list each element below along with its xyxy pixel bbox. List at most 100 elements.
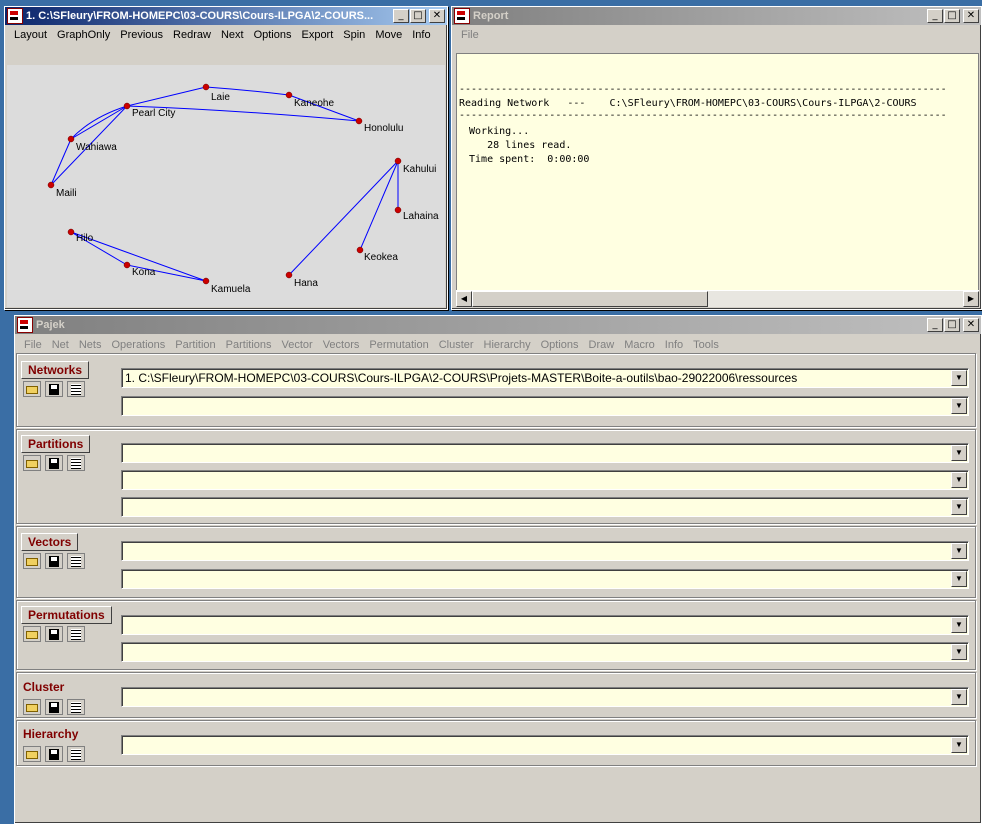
chevron-down-icon[interactable]: ▼ bbox=[951, 370, 967, 386]
menu-redraw[interactable]: Redraw bbox=[168, 27, 216, 43]
minimize-button[interactable]: _ bbox=[393, 9, 409, 23]
save-disk-icon[interactable] bbox=[45, 746, 63, 762]
save-disk-icon[interactable] bbox=[45, 455, 63, 471]
menu-previous[interactable]: Previous bbox=[115, 27, 168, 43]
minimize-button[interactable]: _ bbox=[927, 318, 943, 332]
graph-window: 1. C:\SFleury\FROM-HOMEPC\03-COURS\Cours… bbox=[4, 6, 448, 310]
scroll-thumb[interactable] bbox=[472, 291, 708, 307]
chevron-down-icon[interactable]: ▼ bbox=[951, 737, 967, 753]
cluster-label: Cluster bbox=[23, 680, 65, 694]
permutations-button[interactable]: Permutations bbox=[21, 606, 112, 624]
networks-combo-2[interactable]: ▼ bbox=[121, 396, 969, 416]
chevron-down-icon[interactable]: ▼ bbox=[951, 571, 967, 587]
open-folder-icon[interactable] bbox=[23, 455, 41, 471]
menu-macro[interactable]: Macro bbox=[619, 337, 660, 353]
edit-document-icon[interactable] bbox=[67, 746, 85, 762]
edit-document-icon[interactable] bbox=[67, 553, 85, 569]
menu-permutation[interactable]: Permutation bbox=[364, 337, 433, 353]
menu-tools[interactable]: Tools bbox=[688, 337, 724, 353]
menu-partition[interactable]: Partition bbox=[170, 337, 220, 353]
save-disk-icon[interactable] bbox=[45, 699, 63, 715]
menu-options[interactable]: Options bbox=[536, 337, 584, 353]
hierarchy-label: Hierarchy bbox=[23, 727, 79, 741]
permutations-combo-2[interactable]: ▼ bbox=[121, 642, 969, 662]
close-button[interactable]: ✕ bbox=[963, 318, 979, 332]
save-disk-icon[interactable] bbox=[45, 626, 63, 642]
vectors-combo-2[interactable]: ▼ bbox=[121, 569, 969, 589]
networks-combo-1[interactable]: 1. C:\SFleury\FROM-HOMEPC\03-COURS\Cours… bbox=[121, 368, 969, 388]
partitions-button[interactable]: Partitions bbox=[21, 435, 91, 453]
open-folder-icon[interactable] bbox=[23, 746, 41, 762]
cluster-combo[interactable]: ▼ bbox=[121, 687, 969, 707]
partitions-combo-2[interactable]: ▼ bbox=[121, 470, 969, 490]
graph-canvas[interactable]: Laie Kaneohe Pearl City Honolulu Wahiawa… bbox=[7, 65, 445, 307]
edit-document-icon[interactable] bbox=[67, 455, 85, 471]
menu-export[interactable]: Export bbox=[296, 27, 338, 43]
partitions-group: Partitions ▼ ▼ ▼ bbox=[16, 429, 976, 524]
edit-document-icon[interactable] bbox=[67, 699, 85, 715]
open-folder-icon[interactable] bbox=[23, 381, 41, 397]
open-folder-icon[interactable] bbox=[23, 626, 41, 642]
menu-operations[interactable]: Operations bbox=[106, 337, 170, 353]
menu-move[interactable]: Move bbox=[370, 27, 407, 43]
menu-draw[interactable]: Draw bbox=[584, 337, 620, 353]
edit-document-icon[interactable] bbox=[67, 381, 85, 397]
partitions-combo-1[interactable]: ▼ bbox=[121, 443, 969, 463]
menu-info[interactable]: Info bbox=[660, 337, 688, 353]
report-horizontal-scrollbar[interactable]: ◀ ▶ bbox=[456, 290, 979, 307]
minimize-button[interactable]: _ bbox=[927, 9, 943, 23]
menu-partitions[interactable]: Partitions bbox=[221, 337, 277, 353]
node-label-laie: Laie bbox=[211, 92, 230, 103]
save-disk-icon[interactable] bbox=[45, 381, 63, 397]
networks-toolbar bbox=[23, 381, 85, 397]
menu-vector[interactable]: Vector bbox=[277, 337, 318, 353]
chevron-down-icon[interactable]: ▼ bbox=[951, 689, 967, 705]
menu-layout[interactable]: Layout bbox=[9, 27, 52, 43]
networks-button[interactable]: Networks bbox=[21, 361, 90, 379]
chevron-down-icon[interactable]: ▼ bbox=[951, 644, 967, 660]
chevron-down-icon[interactable]: ▼ bbox=[951, 472, 967, 488]
hierarchy-combo[interactable]: ▼ bbox=[121, 735, 969, 755]
maximize-button[interactable]: □ bbox=[410, 9, 426, 23]
close-button[interactable]: ✕ bbox=[429, 9, 445, 23]
menu-info[interactable]: Info bbox=[407, 27, 435, 43]
hierarchy-group: Hierarchy ▼ bbox=[16, 720, 976, 766]
partitions-combo-3[interactable]: ▼ bbox=[121, 497, 969, 517]
menu-cluster[interactable]: Cluster bbox=[434, 337, 479, 353]
chevron-down-icon[interactable]: ▼ bbox=[951, 617, 967, 633]
menu-next[interactable]: Next bbox=[216, 27, 249, 43]
menu-net[interactable]: Net bbox=[47, 337, 74, 353]
chevron-down-icon[interactable]: ▼ bbox=[951, 398, 967, 414]
report-window-titlebar[interactable]: Report _ □ ✕ bbox=[452, 7, 981, 25]
menu-file[interactable]: File bbox=[456, 27, 484, 43]
pajek-titlebar[interactable]: Pajek _ □ ✕ bbox=[15, 316, 981, 334]
chevron-down-icon[interactable]: ▼ bbox=[951, 543, 967, 559]
menu-hierarchy[interactable]: Hierarchy bbox=[479, 337, 536, 353]
menu-spin[interactable]: Spin bbox=[338, 27, 370, 43]
close-button[interactable]: ✕ bbox=[963, 9, 979, 23]
graph-window-titlebar[interactable]: 1. C:\SFleury\FROM-HOMEPC\03-COURS\Cours… bbox=[5, 7, 447, 25]
node-label-pearl-city: Pearl City bbox=[132, 108, 176, 119]
menu-options[interactable]: Options bbox=[249, 27, 297, 43]
save-disk-icon[interactable] bbox=[45, 553, 63, 569]
scroll-left-icon[interactable]: ◀ bbox=[456, 291, 472, 307]
menu-nets[interactable]: Nets bbox=[74, 337, 107, 353]
vectors-button[interactable]: Vectors bbox=[21, 533, 79, 551]
maximize-button[interactable]: □ bbox=[944, 9, 960, 23]
cluster-toolbar bbox=[23, 699, 85, 715]
open-folder-icon[interactable] bbox=[23, 699, 41, 715]
chevron-down-icon[interactable]: ▼ bbox=[951, 445, 967, 461]
maximize-button[interactable]: □ bbox=[944, 318, 960, 332]
open-folder-icon[interactable] bbox=[23, 553, 41, 569]
node-label-kamuela: Kamuela bbox=[211, 284, 251, 295]
report-separator: ----------------------------------------… bbox=[459, 84, 947, 95]
vectors-combo-1[interactable]: ▼ bbox=[121, 541, 969, 561]
edit-document-icon[interactable] bbox=[67, 626, 85, 642]
menu-graphonly[interactable]: GraphOnly bbox=[52, 27, 115, 43]
menu-vectors[interactable]: Vectors bbox=[318, 337, 365, 353]
permutations-combo-1[interactable]: ▼ bbox=[121, 615, 969, 635]
menu-file[interactable]: File bbox=[19, 337, 47, 353]
scroll-right-icon[interactable]: ▶ bbox=[963, 291, 979, 307]
report-text-area[interactable]: ----------------------------------------… bbox=[456, 53, 979, 291]
chevron-down-icon[interactable]: ▼ bbox=[951, 499, 967, 515]
